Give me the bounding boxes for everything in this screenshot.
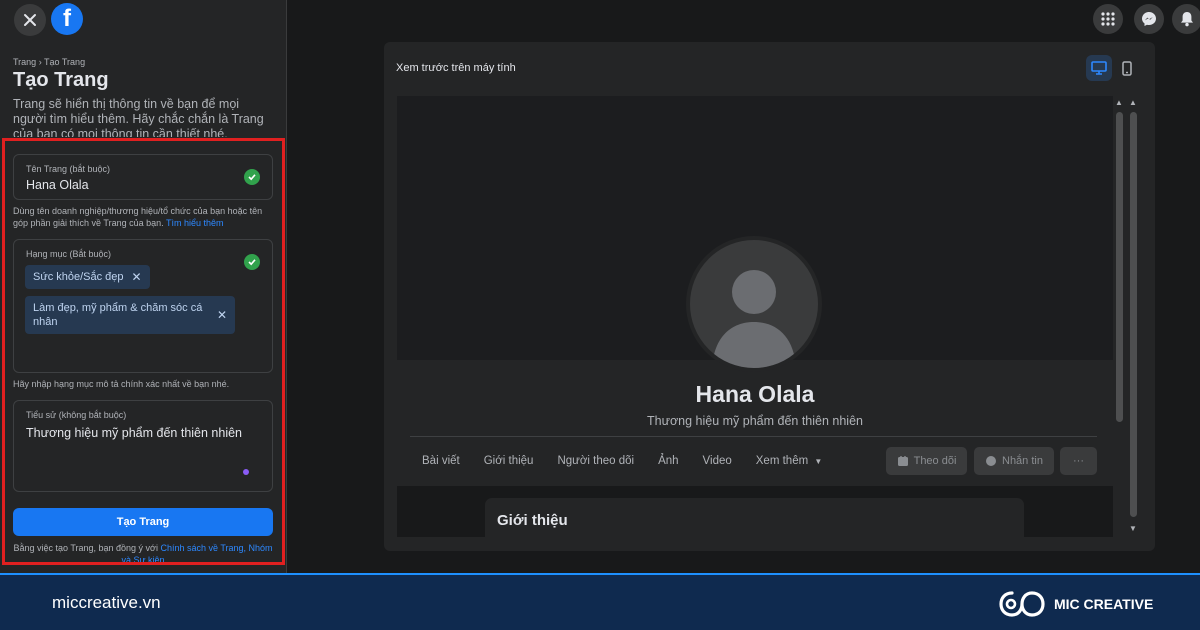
- default-avatar-icon: [712, 270, 796, 368]
- notifications-button[interactable]: [1172, 4, 1200, 34]
- facebook-logo-icon[interactable]: f: [51, 3, 83, 35]
- desktop-view-button[interactable]: [1086, 55, 1112, 81]
- messenger-button[interactable]: [1134, 4, 1164, 34]
- mic-creative-logo-icon: [999, 591, 1045, 617]
- scroll-up-arrow[interactable]: ▲: [1114, 98, 1124, 107]
- page-tabs: Bài viết Giới thiệu Người theo dõi Ảnh V…: [410, 446, 834, 476]
- messenger-icon: [1142, 12, 1156, 26]
- menu-button[interactable]: [1093, 4, 1123, 34]
- profile-avatar: [686, 236, 822, 372]
- tab-photos[interactable]: Ảnh: [646, 455, 690, 467]
- scroll-down-arrow[interactable]: ▼: [1128, 524, 1138, 533]
- highlight-frame: [2, 138, 285, 565]
- inner-scrollbar[interactable]: ▲: [1113, 96, 1125, 537]
- preview-title: Xem trước trên máy tính: [396, 62, 516, 74]
- footer-brand-name: MIC CREATIVE: [1054, 596, 1154, 612]
- desktop-icon: [1091, 61, 1107, 75]
- page-preview-screen: Hana Olala Thương hiệu mỹ phẩm đến thiên…: [397, 96, 1113, 537]
- outer-scrollbar[interactable]: ▲ ▼: [1127, 96, 1139, 537]
- tab-posts[interactable]: Bài viết: [410, 455, 472, 467]
- divider: [410, 436, 1097, 437]
- more-options-button[interactable]: ···: [1060, 447, 1097, 475]
- chevron-down-icon: ▼: [814, 457, 823, 466]
- follow-button[interactable]: Theo dõi: [886, 447, 967, 475]
- follow-label: Theo dõi: [913, 455, 957, 467]
- tab-more-label: Xem thêm: [755, 455, 809, 467]
- intro-title: Giới thiệu: [497, 512, 568, 529]
- breadcrumb-parent[interactable]: Trang: [13, 57, 36, 67]
- tab-about[interactable]: Giới thiệu: [472, 455, 546, 467]
- scroll-thumb[interactable]: [1130, 112, 1137, 517]
- message-icon: [986, 456, 996, 466]
- breadcrumb-separator: ›: [38, 57, 42, 67]
- scroll-thumb[interactable]: [1116, 112, 1123, 422]
- profile-bio: Thương hiệu mỹ phẩm đến thiên nhiên: [646, 414, 863, 428]
- tab-videos[interactable]: Video: [691, 455, 744, 467]
- tab-more[interactable]: Xem thêm ▼: [744, 455, 835, 467]
- notification-bell-icon: [1181, 12, 1193, 27]
- breadcrumb: Trang › Tạo Trang: [13, 57, 85, 67]
- intro-card: Giới thiệu: [485, 498, 1024, 537]
- preview-area: Xem trước trên máy tính Hana Olala Thươn…: [287, 0, 1200, 573]
- page-description: Trang sẽ hiển thị thông tin về bạn để mọ…: [13, 97, 264, 137]
- close-icon: [24, 14, 36, 26]
- app-window: f Trang › Tạo Trang Tạo Trang Trang sẽ h…: [0, 0, 1200, 573]
- page-title: Tạo Trang: [13, 69, 109, 91]
- tab-followers[interactable]: Người theo dõi: [545, 455, 646, 467]
- create-page-sidebar: f Trang › Tạo Trang Tạo Trang Trang sẽ h…: [0, 0, 287, 573]
- mobile-icon: [1122, 60, 1132, 76]
- footer-brand: MIC CREATIVE: [998, 589, 1153, 619]
- message-label: Nhắn tin: [1002, 455, 1043, 467]
- message-button[interactable]: Nhắn tin: [974, 447, 1054, 475]
- brand-footer: miccreative.vn MIC CREATIVE: [0, 573, 1200, 630]
- menu-grid-icon: [1101, 12, 1115, 26]
- follow-icon: [897, 456, 908, 466]
- footer-url: miccreative.vn: [52, 593, 161, 612]
- close-button[interactable]: [14, 4, 46, 36]
- mobile-view-button[interactable]: [1114, 55, 1140, 81]
- desktop-preview-panel: Xem trước trên máy tính Hana Olala Thươn…: [384, 42, 1155, 551]
- profile-name: Hana Olala: [695, 381, 815, 407]
- breadcrumb-current: Tạo Trang: [44, 57, 86, 67]
- scroll-up-arrow[interactable]: ▲: [1128, 98, 1138, 107]
